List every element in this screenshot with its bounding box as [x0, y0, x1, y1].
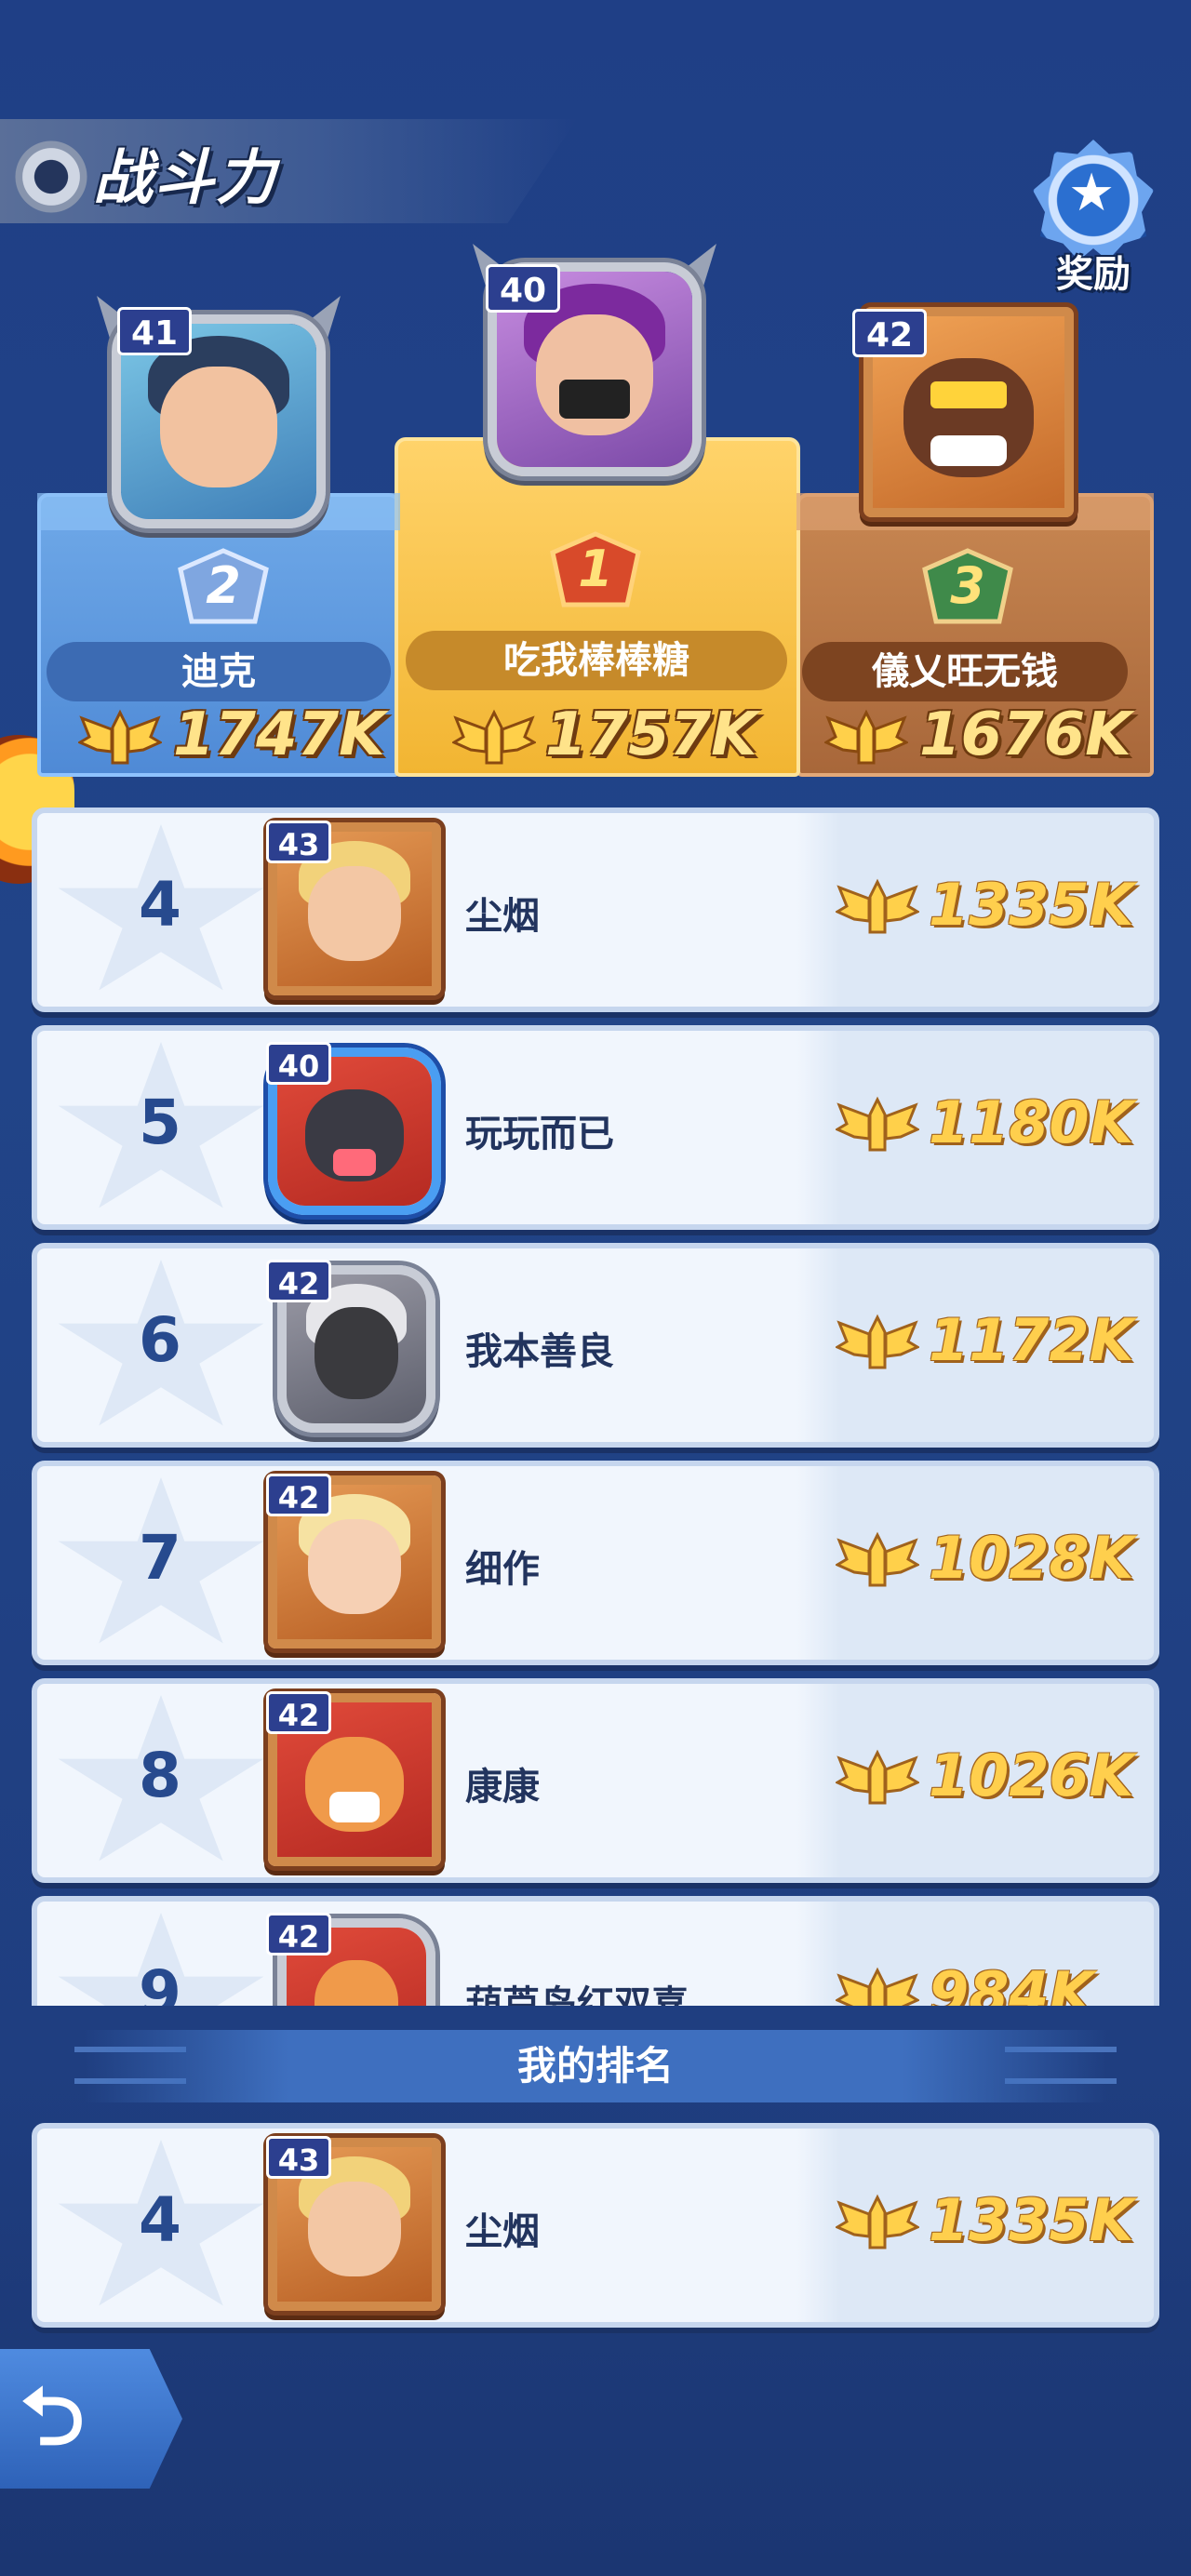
list-item[interactable]: 5 40 玩玩而已 1180K — [32, 1025, 1159, 1230]
level-badge: 42 — [266, 1691, 331, 1734]
level-badge: 40 — [486, 264, 560, 313]
reward-label: 奖励 — [1056, 253, 1131, 296]
list-item[interactable]: 7 42 细作 1028K — [32, 1461, 1159, 1665]
back-button[interactable]: ⮌ — [0, 2349, 182, 2489]
avatar[interactable]: 43 — [266, 2136, 443, 2322]
player-name: 细作 — [465, 1548, 540, 1591]
podium-third-power: 1676K — [919, 701, 1131, 769]
my-ranking-row[interactable]: 4 43 尘烟 1335K — [32, 2123, 1159, 2328]
ranking-list[interactable]: 4 43 尘烟 1335K 5 40 玩玩而已 1180K 6 42 我本善良 … — [0, 798, 1191, 2006]
rank-medal-third: 3 — [914, 547, 1022, 627]
rank-number: 4 — [139, 869, 181, 941]
level-badge: 43 — [266, 821, 331, 863]
level-badge: 42 — [266, 1474, 331, 1516]
level-badge: 42 — [266, 1913, 331, 1955]
level-badge: 42 — [852, 309, 927, 357]
player-power: 1180K — [929, 1088, 1134, 1156]
winged-power-icon — [836, 1967, 919, 2006]
rank-number: 7 — [139, 1522, 181, 1594]
player-power: 1335K — [929, 871, 1134, 939]
avatar[interactable]: 42 — [266, 1691, 443, 1877]
player-name: 玩玩而已 — [465, 1113, 614, 1155]
avatar[interactable]: 42 — [266, 1256, 443, 1442]
player-power: 1026K — [929, 1742, 1134, 1809]
list-item[interactable]: 4 43 尘烟 1335K — [32, 808, 1159, 1012]
star-icon: ★ — [1068, 163, 1116, 223]
podium-first-power: 1757K — [545, 701, 757, 769]
winged-power-icon — [836, 1314, 919, 1369]
list-item[interactable]: 6 42 我本善良 1172K — [32, 1243, 1159, 1448]
podium-first-name: 吃我棒棒糖 — [406, 631, 787, 690]
avatar[interactable]: 40 — [266, 1038, 443, 1224]
player-power: 984K — [929, 1959, 1094, 2007]
rank-medal-first: 1 — [542, 530, 649, 610]
winged-power-icon — [836, 2194, 919, 2249]
page-title: 战斗力 — [93, 144, 277, 213]
rank-medal-second: 2 — [169, 547, 277, 627]
rank-number: 9 — [139, 1957, 181, 2006]
podium-first-avatar[interactable]: 40 — [469, 244, 720, 504]
player-power: 1028K — [929, 1524, 1134, 1592]
winged-power-icon — [452, 709, 536, 765]
winged-power-icon — [78, 709, 162, 765]
level-badge: 41 — [117, 307, 192, 355]
level-badge: 43 — [266, 2136, 331, 2179]
winged-power-icon — [836, 1749, 919, 1805]
rank-number: 5 — [139, 1087, 181, 1158]
podium-second-name: 迪克 — [47, 642, 391, 701]
reward-button[interactable]: ★ 奖励 — [1014, 130, 1172, 298]
podium-second-power: 1747K — [173, 701, 385, 769]
player-name: 我本善良 — [465, 1330, 614, 1373]
podium-second-avatar[interactable]: 41 — [93, 296, 344, 547]
player-name: 尘烟 — [465, 895, 540, 938]
back-arrow-icon: ⮌ — [20, 2370, 85, 2463]
winged-power-icon — [824, 709, 908, 765]
level-badge: 40 — [266, 1042, 331, 1085]
podium-third-avatar[interactable]: 42 — [852, 296, 1085, 528]
player-name: 康康 — [465, 1766, 540, 1809]
rank-number: 4 — [139, 2184, 181, 2256]
podium-third-name: 儀乂旺无钱 — [802, 642, 1128, 701]
player-power: 1335K — [929, 2186, 1134, 2254]
player-name: 尘烟 — [465, 2210, 540, 2253]
rank-number: 8 — [139, 1740, 181, 1811]
player-power: 1172K — [929, 1306, 1134, 1374]
avatar[interactable]: 42 — [266, 1474, 443, 1660]
rank-number: 6 — [139, 1304, 181, 1376]
gear-icon — [9, 135, 93, 219]
avatar[interactable]: 42 — [266, 1909, 443, 2006]
list-item[interactable]: 8 42 康康 1026K — [32, 1678, 1159, 1883]
my-ranking-title: 我的排名 — [84, 2030, 1107, 2102]
level-badge: 42 — [266, 1260, 331, 1302]
avatar[interactable]: 43 — [266, 821, 443, 1007]
winged-power-icon — [836, 1096, 919, 1152]
list-item[interactable]: 9 42 葫芦岛红双喜 984K — [32, 1896, 1159, 2006]
winged-power-icon — [836, 878, 919, 934]
winged-power-icon — [836, 1531, 919, 1587]
player-name: 葫芦岛红双喜 — [465, 1983, 689, 2006]
